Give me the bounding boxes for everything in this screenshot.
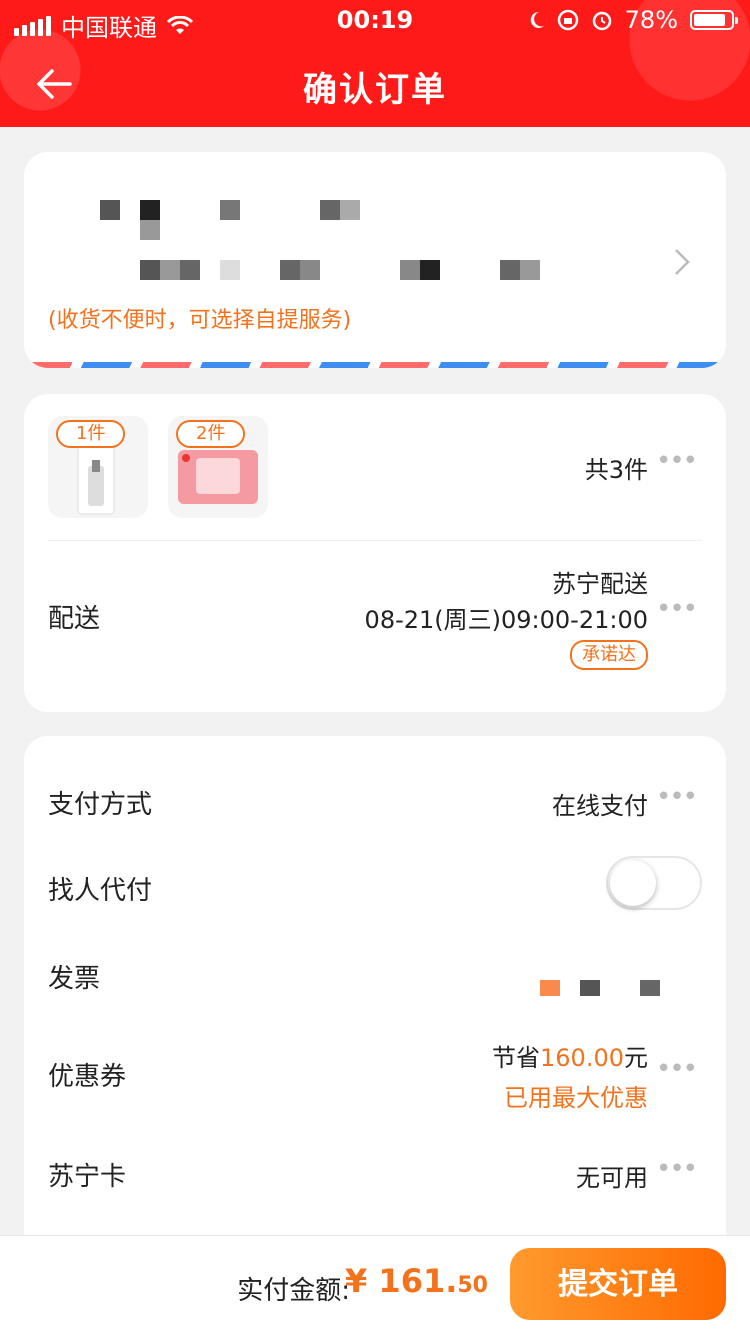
proxy-pay-label: 找人代付	[48, 876, 153, 906]
promise-badge: 承诺达	[570, 640, 648, 670]
checkout-bar: 实付金额: ¥ 161.50 提交订单	[0, 1235, 750, 1335]
chevron-right-icon[interactable]	[674, 248, 690, 276]
more-icon[interactable]: •••	[656, 1154, 698, 1184]
address-detail-redacted	[140, 260, 560, 280]
coupon-save-prefix: 节省	[492, 1044, 541, 1072]
battery-icon	[690, 10, 738, 30]
rotation-lock-icon	[557, 9, 578, 31]
more-icon[interactable]: •••	[656, 594, 698, 624]
address-name-redacted	[100, 200, 370, 240]
shipping-time: 08-21(周三)09:00-21:00	[364, 606, 648, 634]
page-title: 确认订单	[303, 70, 447, 110]
pay-amount: ¥ 161.50	[345, 1262, 488, 1300]
qty-badge: 1件	[56, 420, 126, 448]
currency-symbol: ¥	[345, 1262, 368, 1300]
payment-label: 支付方式	[48, 790, 153, 820]
more-icon[interactable]: •••	[656, 782, 698, 812]
pay-amount-label: 实付金额:	[237, 1276, 350, 1306]
invoice-value-redacted[interactable]	[540, 980, 660, 1000]
suning-card-value[interactable]: 无可用	[576, 1158, 648, 1193]
qty-badge: 2件	[176, 420, 246, 448]
goods-total: 共3件	[584, 456, 648, 484]
suning-card-label: 苏宁卡	[48, 1162, 127, 1192]
submit-order-button[interactable]: 提交订单	[510, 1248, 726, 1320]
shipping-label: 配送	[48, 604, 101, 634]
pickup-hint: (收货不便时，可选择自提服务)	[48, 308, 352, 333]
product-thumb[interactable]: 2件	[168, 416, 268, 518]
amount-integer: 161.	[378, 1262, 458, 1300]
coupon-save-amount: 160.00	[540, 1044, 624, 1072]
moon-icon	[530, 11, 544, 28]
divider	[48, 540, 702, 541]
address-card[interactable]: (收货不便时，可选择自提服务)	[24, 152, 726, 368]
invoice-label: 发票	[48, 964, 101, 994]
payment-value[interactable]: 在线支付	[552, 786, 648, 821]
proxy-pay-toggle[interactable]	[606, 856, 702, 910]
coupon-save-suffix: 元	[624, 1044, 648, 1072]
status-bar: 中国联通 00:19 78%	[0, 0, 750, 42]
more-icon[interactable]: •••	[656, 1054, 698, 1084]
coupon-note: 已用最大优惠	[504, 1084, 648, 1112]
battery-percent: 78%	[624, 6, 678, 34]
header-bar: 中国联通 00:19 78% 确认订单	[0, 0, 750, 127]
alarm-icon	[592, 11, 611, 31]
product-thumb[interactable]: 1件	[48, 416, 148, 518]
shipping-method: 苏宁配送	[552, 570, 648, 598]
goods-card: 1件 2件 共3件 ••• 配送 苏宁配送 08-21(周三)09:00-21:…	[24, 394, 726, 712]
airmail-border	[24, 362, 726, 368]
coupon-savings[interactable]: 节省160.00元	[492, 1038, 648, 1073]
amount-decimal: 50	[457, 1273, 488, 1298]
more-icon[interactable]: •••	[656, 446, 698, 476]
coupon-label: 优惠券	[48, 1062, 127, 1092]
options-card: 支付方式 在线支付 ••• 找人代付 发票 优惠券 节省160.00元 已用最大…	[24, 736, 726, 1276]
